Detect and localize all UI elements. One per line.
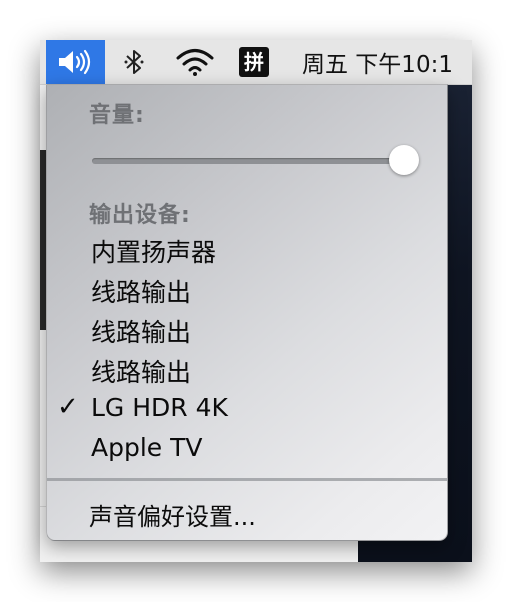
bluetooth-menu-extra[interactable] bbox=[118, 40, 150, 84]
wifi-icon bbox=[176, 49, 214, 76]
volume-slider-track[interactable] bbox=[92, 158, 404, 164]
wifi-menu-extra[interactable] bbox=[172, 40, 218, 84]
sound-preferences-item[interactable]: 声音偏好设置... bbox=[89, 497, 256, 532]
output-device-item-selected[interactable]: LG HDR 4K bbox=[91, 393, 228, 422]
speaker-volume-icon bbox=[58, 49, 90, 75]
output-device-item[interactable]: 线路输出 bbox=[91, 353, 191, 389]
menu-bar: 拼 周五 下午10:1 bbox=[40, 40, 472, 85]
bluetooth-icon bbox=[124, 50, 144, 74]
volume-menu-extra[interactable] bbox=[46, 40, 105, 84]
menu-separator bbox=[47, 478, 447, 481]
input-method-menu-extra[interactable]: 拼 bbox=[238, 40, 270, 84]
output-device-item[interactable]: Apple TV bbox=[91, 433, 203, 462]
volume-section-label: 音量: bbox=[89, 103, 145, 128]
output-device-item[interactable]: 内置扬声器 bbox=[91, 233, 216, 269]
volume-slider-knob[interactable] bbox=[389, 145, 419, 175]
output-device-item[interactable]: 线路输出 bbox=[91, 273, 191, 309]
output-device-item[interactable]: 线路输出 bbox=[91, 313, 191, 349]
selected-checkmark-icon: ✓ bbox=[57, 392, 79, 422]
menu-bar-clock[interactable]: 周五 下午10:1 bbox=[302, 40, 472, 84]
volume-menu: 音量: 输出设备: 内置扬声器 线路输出 线路输出 线路输出 ✓ LG HDR … bbox=[46, 84, 448, 541]
input-method-badge: 拼 bbox=[239, 47, 269, 77]
output-device-section-label: 输出设备: bbox=[89, 203, 191, 228]
